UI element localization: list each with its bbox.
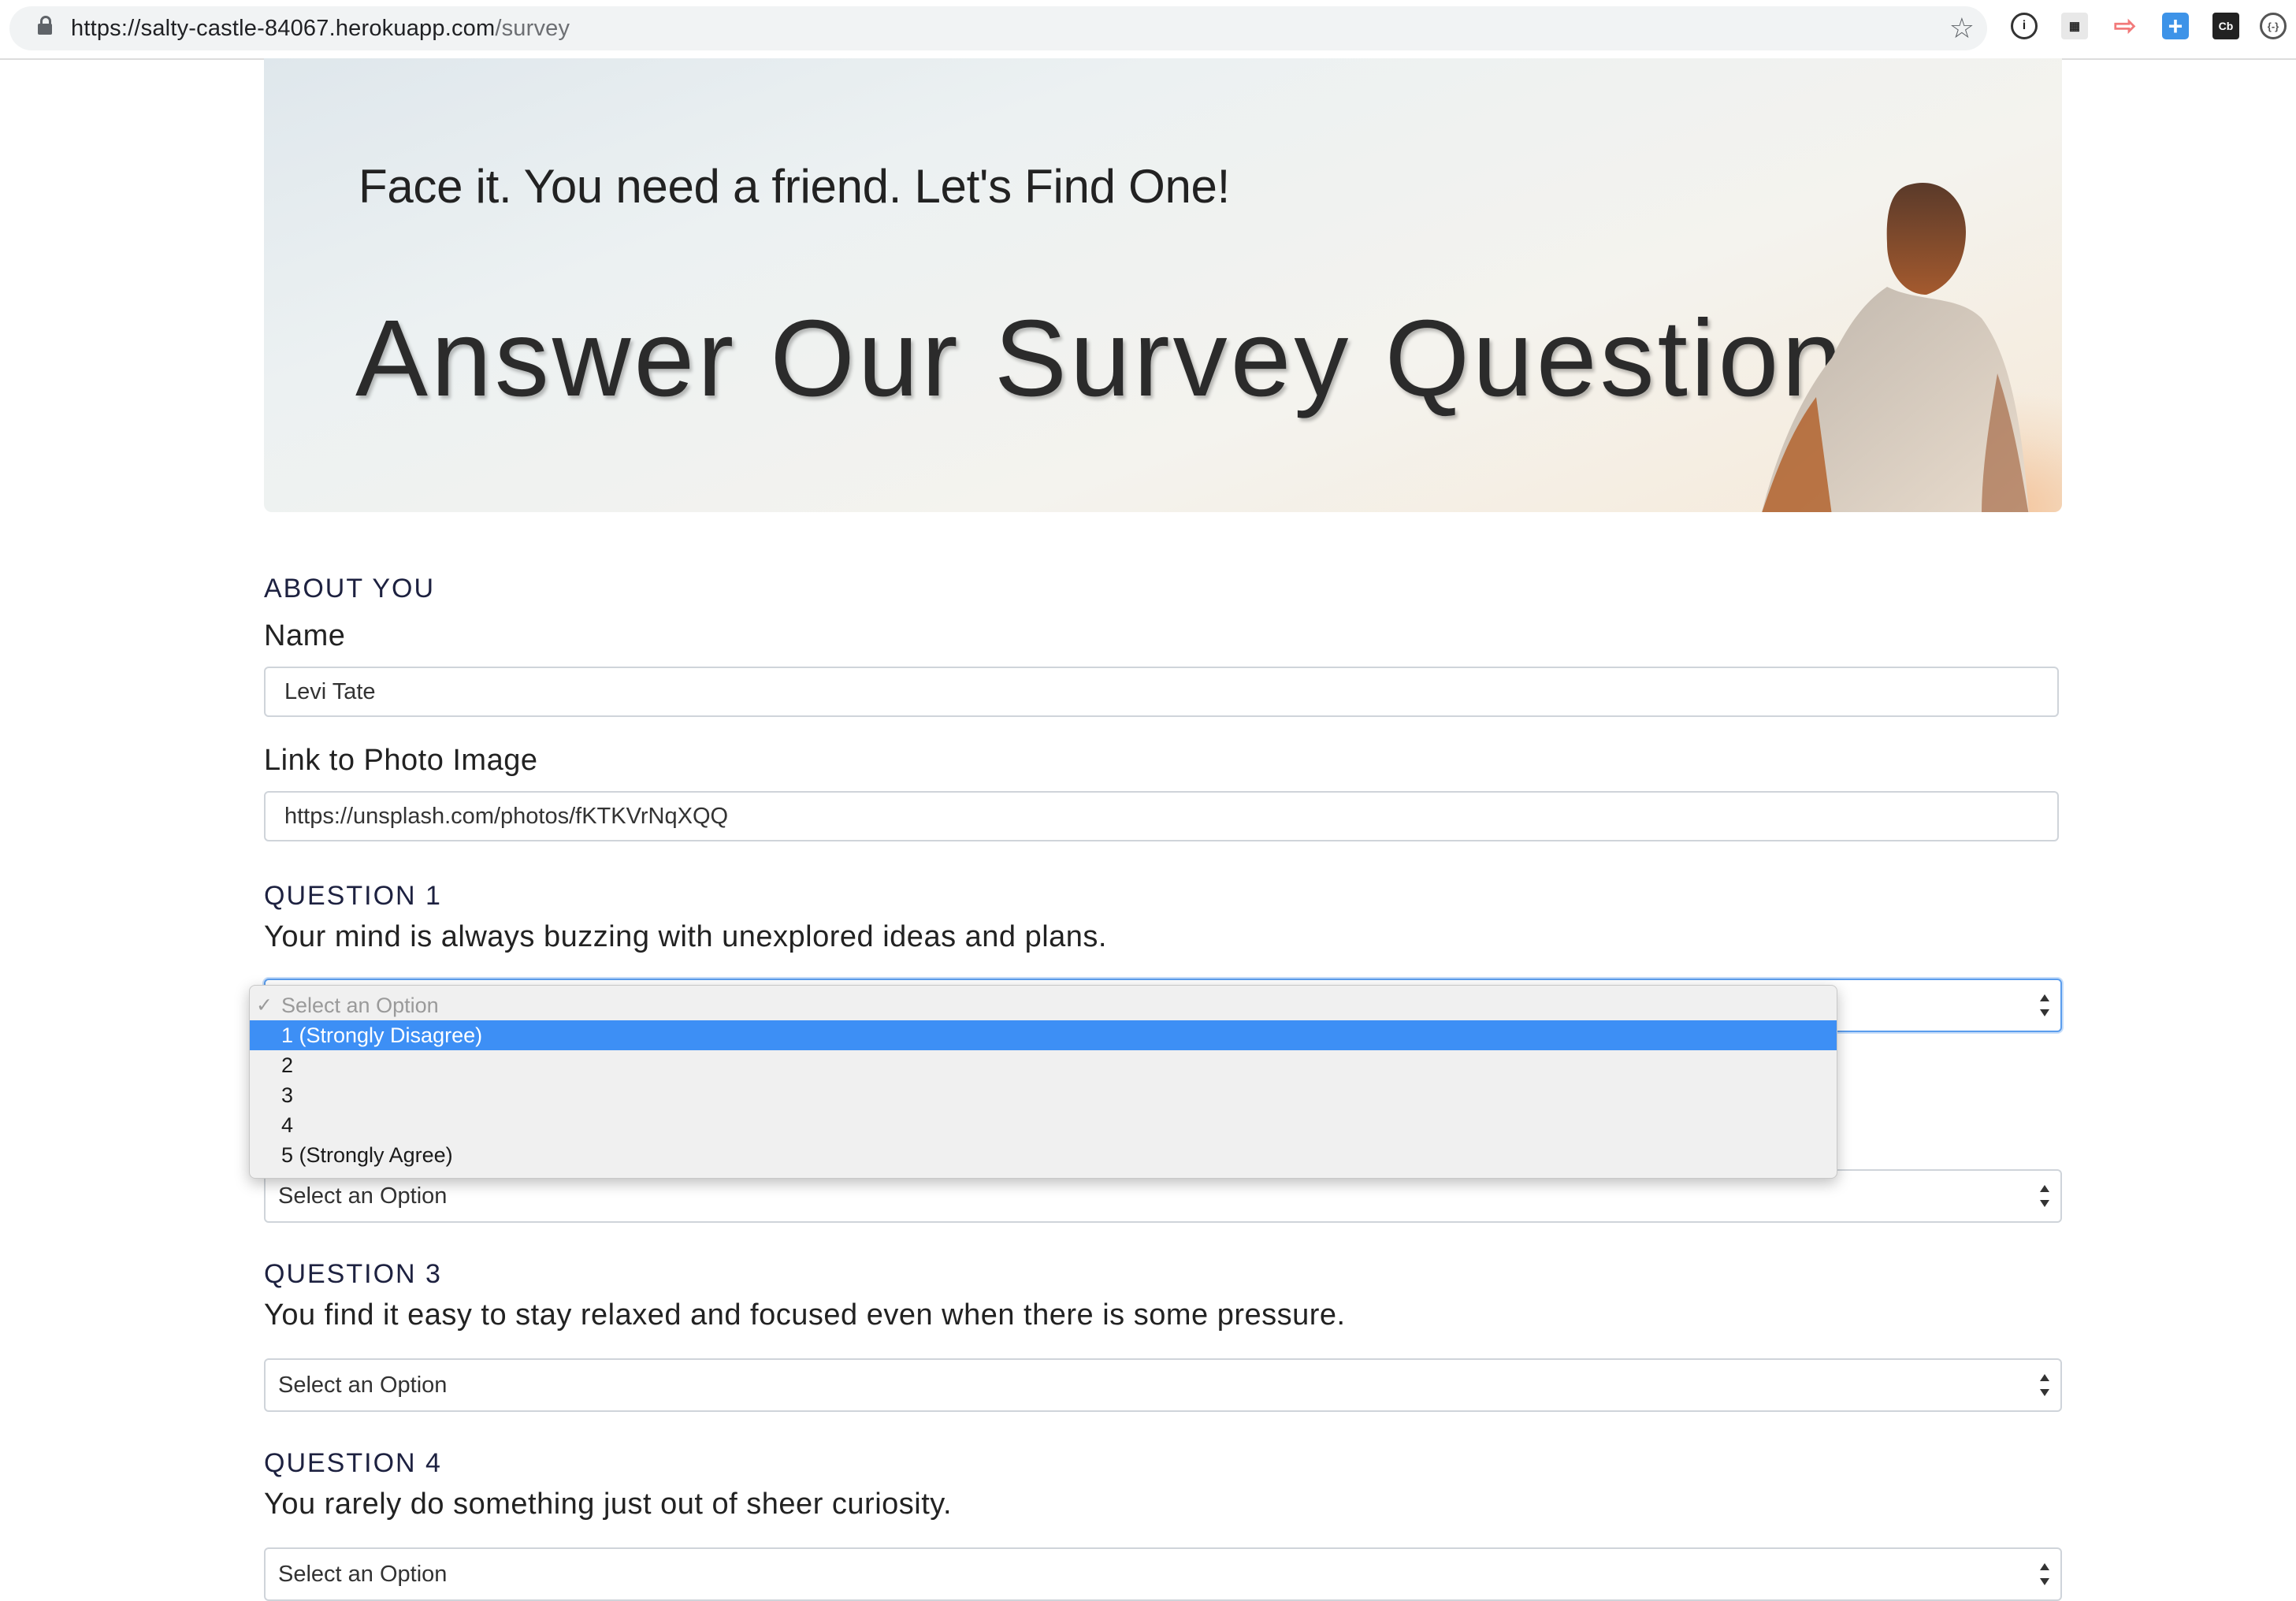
photo-link-input[interactable] xyxy=(264,791,2059,841)
extension-grid-icon[interactable]: ▦ xyxy=(2061,13,2088,39)
url-text[interactable]: https://salty-castle-84067.herokuapp.com… xyxy=(71,6,570,50)
address-bar[interactable]: https://salty-castle-84067.herokuapp.com… xyxy=(9,6,1987,50)
lock-icon xyxy=(38,16,52,35)
name-input[interactable] xyxy=(264,667,2059,717)
bookmark-star-icon[interactable]: ☆ xyxy=(1949,11,1975,46)
cb-extension-icon[interactable]: Cb xyxy=(2212,13,2239,39)
name-label: Name xyxy=(264,619,346,652)
question-4-text: You rarely do something just out of shee… xyxy=(264,1488,953,1521)
select-arrows-icon xyxy=(2038,1562,2049,1587)
dropdown-option[interactable]: 2 xyxy=(250,1050,1837,1080)
plus-extension-icon[interactable]: + xyxy=(2162,12,2189,40)
dropdown-option[interactable]: 5 (Strongly Agree) xyxy=(250,1140,1837,1170)
person-silhouette-image xyxy=(1762,183,2029,512)
dropdown-option[interactable]: 3 xyxy=(250,1080,1837,1110)
hero-banner: Face it. You need a friend. Let's Find O… xyxy=(264,58,2062,512)
browser-toolbar: https://salty-castle-84067.herokuapp.com… xyxy=(0,0,2296,60)
onepassword-icon[interactable]: i xyxy=(2011,13,2038,39)
question-4-select[interactable]: Select an Option xyxy=(264,1547,2062,1601)
code-extension-icon[interactable]: {-} xyxy=(2260,13,2287,39)
photo-link-label: Link to Photo Image xyxy=(264,744,538,777)
question-3-select[interactable]: Select an Option xyxy=(264,1358,2062,1412)
question-1-text: Your mind is always buzzing with unexplo… xyxy=(264,920,1107,953)
question-3-heading: QUESTION 3 xyxy=(264,1259,442,1289)
select-arrows-icon xyxy=(2038,1373,2049,1398)
question-1-dropdown-menu: ✓ Select an Option 1 (Strongly Disagree)… xyxy=(249,985,1837,1179)
question-1-heading: QUESTION 1 xyxy=(264,881,442,911)
question-3-text: You find it easy to stay relaxed and foc… xyxy=(264,1298,1346,1332)
dropdown-option[interactable]: ✓ Select an Option xyxy=(250,990,1837,1020)
hero-tagline: Face it. You need a friend. Let's Find O… xyxy=(359,160,1230,213)
cast-icon[interactable]: ⇨ xyxy=(2112,11,2138,41)
dropdown-option[interactable]: 1 (Strongly Disagree) xyxy=(250,1020,1837,1050)
dropdown-option[interactable]: 4 xyxy=(250,1110,1837,1140)
select-arrows-icon xyxy=(2038,1183,2049,1209)
checkmark-icon: ✓ xyxy=(256,994,273,1016)
page-title: Answer Our Survey Questions xyxy=(355,298,1904,419)
question-4-heading: QUESTION 4 xyxy=(264,1448,442,1478)
about-you-heading: ABOUT YOU xyxy=(264,574,436,604)
select-arrows-icon xyxy=(2038,993,2049,1018)
